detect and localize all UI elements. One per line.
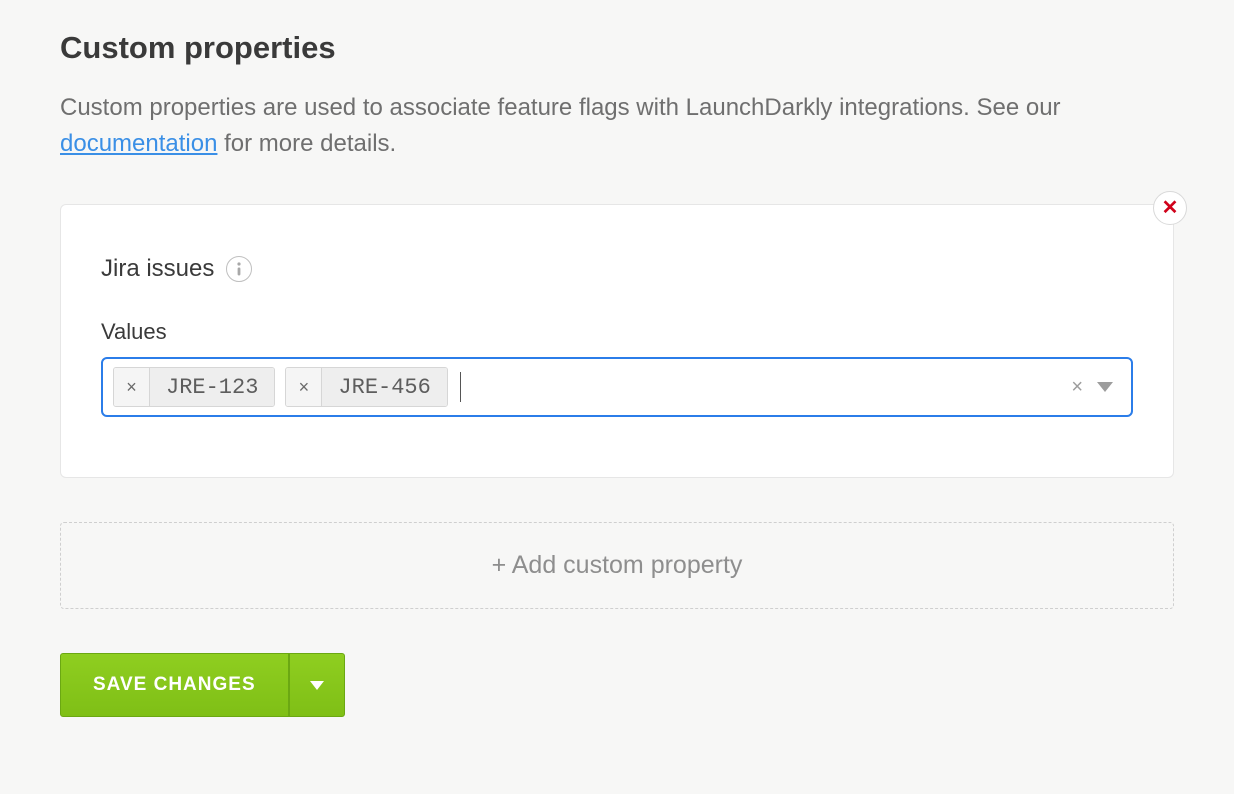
- add-custom-property-button[interactable]: + Add custom property: [60, 522, 1174, 609]
- custom-property-card: ✕ Jira issues Values × JRE-123 × JRE-456: [60, 204, 1174, 478]
- tag-label: JRE-456: [322, 368, 446, 406]
- tag-item: × JRE-123: [113, 367, 275, 407]
- chevron-down-icon: [310, 681, 324, 690]
- section-description: Custom properties are used to associate …: [60, 90, 1174, 162]
- info-icon[interactable]: [226, 256, 252, 282]
- remove-tag-button[interactable]: ×: [114, 368, 150, 406]
- close-icon: ✕: [1162, 198, 1179, 218]
- documentation-link[interactable]: documentation: [60, 130, 217, 157]
- save-changes-button[interactable]: SAVE CHANGES: [60, 653, 289, 717]
- remove-tag-button[interactable]: ×: [286, 368, 322, 406]
- text-cursor: [460, 372, 462, 402]
- dropdown-caret-icon[interactable]: [1097, 382, 1113, 392]
- clear-all-button[interactable]: ×: [1071, 376, 1083, 399]
- tag-item: × JRE-456: [285, 367, 447, 407]
- remove-card-button[interactable]: ✕: [1153, 191, 1187, 225]
- card-title: Jira issues: [101, 255, 214, 283]
- description-text-post: for more details.: [217, 130, 396, 157]
- description-text-pre: Custom properties are used to associate …: [60, 94, 1061, 121]
- section-title: Custom properties: [60, 30, 1174, 66]
- save-button-group: SAVE CHANGES: [60, 653, 345, 717]
- values-input[interactable]: × JRE-123 × JRE-456 ×: [101, 357, 1133, 417]
- tag-label: JRE-123: [150, 368, 274, 406]
- save-dropdown-button[interactable]: [289, 653, 345, 717]
- values-label: Values: [101, 319, 1133, 345]
